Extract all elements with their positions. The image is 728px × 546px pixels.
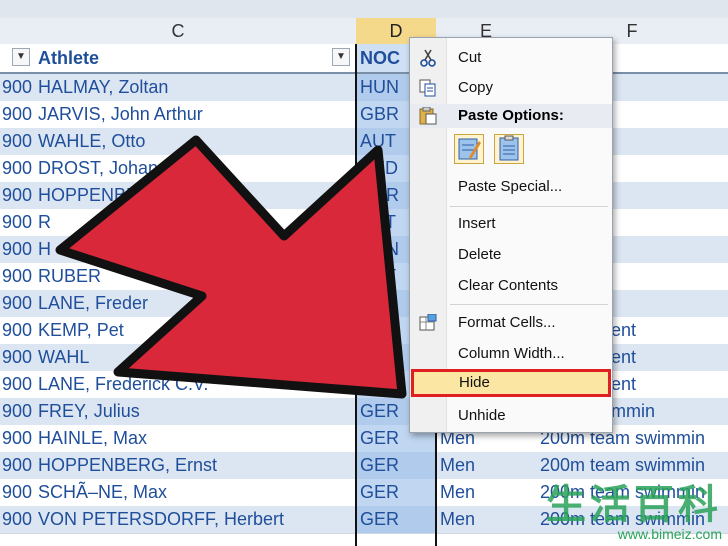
menu-item-cut[interactable]: Cut <box>410 44 612 72</box>
paste-clipboard-icon <box>499 135 519 161</box>
menu-item-label: Column Width... <box>458 345 565 362</box>
menu-item-label: Hide <box>459 374 490 391</box>
format-cells-icon <box>419 314 437 331</box>
menu-separator <box>450 304 608 305</box>
watermark: 生活百科 www.bimeiz.com <box>546 484 722 542</box>
watermark-logo-text: 生活百科 <box>546 483 722 527</box>
menu-item-format-cells[interactable]: Format Cells... <box>410 309 612 337</box>
menu-item-hide[interactable]: Hide <box>411 369 611 397</box>
watermark-url: www.bimeiz.com <box>617 526 722 542</box>
copy-icon <box>419 79 436 97</box>
menu-item-label: Cut <box>458 49 482 66</box>
menu-item-label: Paste Special... <box>458 178 563 195</box>
menu-item-label: Clear Contents <box>458 277 559 294</box>
menu-item-delete[interactable]: Delete <box>410 241 612 269</box>
menu-item-label: Unhide <box>458 407 506 424</box>
paste-icon <box>419 107 437 125</box>
paste-format-icon <box>458 138 481 160</box>
menu-separator <box>450 206 608 207</box>
menu-item-unhide[interactable]: Unhide <box>410 402 612 430</box>
menu-item-paste-special[interactable]: Paste Special... <box>410 173 612 201</box>
red-arrow-pointer <box>55 135 407 399</box>
menu-item-clear-contents[interactable]: Clear Contents <box>410 272 612 300</box>
paste-keep-formatting-button[interactable] <box>454 134 484 164</box>
menu-item-column-width[interactable]: Column Width... <box>410 340 612 368</box>
paste-options-label: Paste Options: <box>458 107 564 124</box>
paste-values-button[interactable] <box>494 134 524 164</box>
menu-item-label: Format Cells... <box>458 314 556 331</box>
context-menu: Cut Copy Paste Options: Paste Special...… <box>409 37 613 433</box>
menu-item-insert[interactable]: Insert <box>410 210 612 238</box>
menu-item-label: Delete <box>458 246 502 263</box>
menu-item-label: Insert <box>458 215 496 232</box>
paste-options-heading: Paste Options: <box>410 104 612 128</box>
menu-item-label: Copy <box>458 79 494 96</box>
scissors-icon <box>420 49 436 67</box>
menu-item-copy[interactable]: Copy <box>410 74 612 102</box>
